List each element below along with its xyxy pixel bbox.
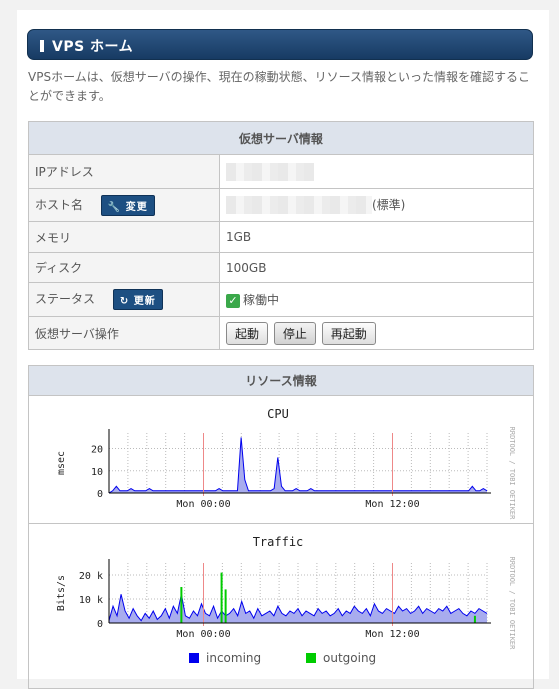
server-info-title: 仮想サーバ情報 <box>28 121 534 155</box>
disk-label: ディスク <box>28 252 220 283</box>
y-tick-label: 0 <box>97 619 103 630</box>
start-button[interactable]: 起動 <box>226 321 269 345</box>
check-icon: ✓ <box>226 293 240 308</box>
y-tick-label: 10 k <box>79 595 103 606</box>
legend-swatch <box>189 653 199 663</box>
rrdtool-credit: RRDTOOL / TOBI OETIKER <box>508 427 516 521</box>
status-label: ステータス <box>35 292 96 306</box>
resource-title: リソース情報 <box>29 366 533 396</box>
refresh-status-label: 更新 <box>133 296 156 307</box>
host-label: ホスト名 <box>35 197 84 212</box>
stop-button[interactable]: 停止 <box>273 321 316 345</box>
y-axis-label: Bits/s <box>56 575 67 611</box>
change-hostname-button[interactable]: 🔧 変更 <box>100 194 155 216</box>
intro-text: VPSホームは、仮想サーバの操作、現在の稼動状態、リソース情報といった情報を確認… <box>28 70 530 103</box>
memory-label: メモリ <box>28 221 220 253</box>
host-value: (標準) <box>219 188 534 222</box>
host-suffix: (標準) <box>372 197 406 212</box>
server-info-table: 仮想サーバ情報 IPアドレス ホスト名 🔧 変更 (標準) メモリ 1GB ディ… <box>28 121 534 350</box>
resource-panel: リソース情報 CPU msec 0 10 20 Mon 00:00 Mon 12:00 RRD… <box>28 365 534 689</box>
legend-label: outgoing <box>323 651 376 665</box>
header-bullet <box>40 40 44 52</box>
chart-title: Traffic <box>253 535 304 549</box>
ops-cell: 起動 停止 再起動 <box>219 316 534 350</box>
memory-value: 1GB <box>219 221 534 253</box>
restart-button[interactable]: 再起動 <box>321 321 376 345</box>
traffic-graph: Traffic Bits/s 0 10 k 20 k Mon 00:00 Mon 12:00… <box>29 524 533 688</box>
cpu-chart: CPU msec 0 10 20 Mon 00:00 Mon 12:00 RRDTOOL / … <box>56 407 516 521</box>
status-value-cell: ✓ 稼働中 <box>219 282 534 317</box>
status-cell: ステータス ↻ 更新 <box>28 282 220 317</box>
x-tick-label: Mon 00:00 <box>176 499 230 510</box>
y-tick-label: 20 k <box>79 571 103 582</box>
traffic-chart: Traffic Bits/s 0 10 k 20 k Mon 00:00 Mon 12:00… <box>56 535 516 665</box>
rrdtool-credit: RRDTOOL / TOBI OETIKER <box>508 557 516 651</box>
status-value: 稼働中 <box>243 293 280 307</box>
x-tick-label: Mon 00:00 <box>176 629 230 640</box>
host-cell: ホスト名 🔧 変更 <box>28 188 220 222</box>
x-tick-label: Mon 12:00 <box>365 499 419 510</box>
legend-label: incoming <box>206 651 261 665</box>
refresh-status-button[interactable]: ↻ 更新 <box>112 289 163 310</box>
legend-swatch <box>306 653 316 663</box>
page-container: VPS ホーム VPSホームは、仮想サーバの操作、現在の稼動状態、リソース情報と… <box>17 10 549 689</box>
y-axis-label: msec <box>56 451 67 475</box>
page-header: VPS ホーム <box>27 29 533 60</box>
hostname-redacted <box>226 196 372 215</box>
ip-value <box>219 154 534 189</box>
ops-label: 仮想サーバ操作 <box>28 316 220 350</box>
chart-title: CPU <box>267 407 289 421</box>
disk-value: 100GB <box>219 252 534 283</box>
cpu-graph: CPU msec 0 10 20 Mon 00:00 Mon 12:00 RRDTOOL / … <box>29 396 533 524</box>
y-tick-label: 20 <box>91 445 103 456</box>
x-tick-label: Mon 12:00 <box>365 629 419 640</box>
y-tick-label: 10 <box>91 467 103 478</box>
ip-redacted <box>226 162 314 181</box>
change-hostname-label: 変更 <box>125 201 148 213</box>
page-title: VPS ホーム <box>52 39 134 55</box>
y-tick-label: 0 <box>97 489 103 500</box>
ip-label: IPアドレス <box>28 154 220 189</box>
